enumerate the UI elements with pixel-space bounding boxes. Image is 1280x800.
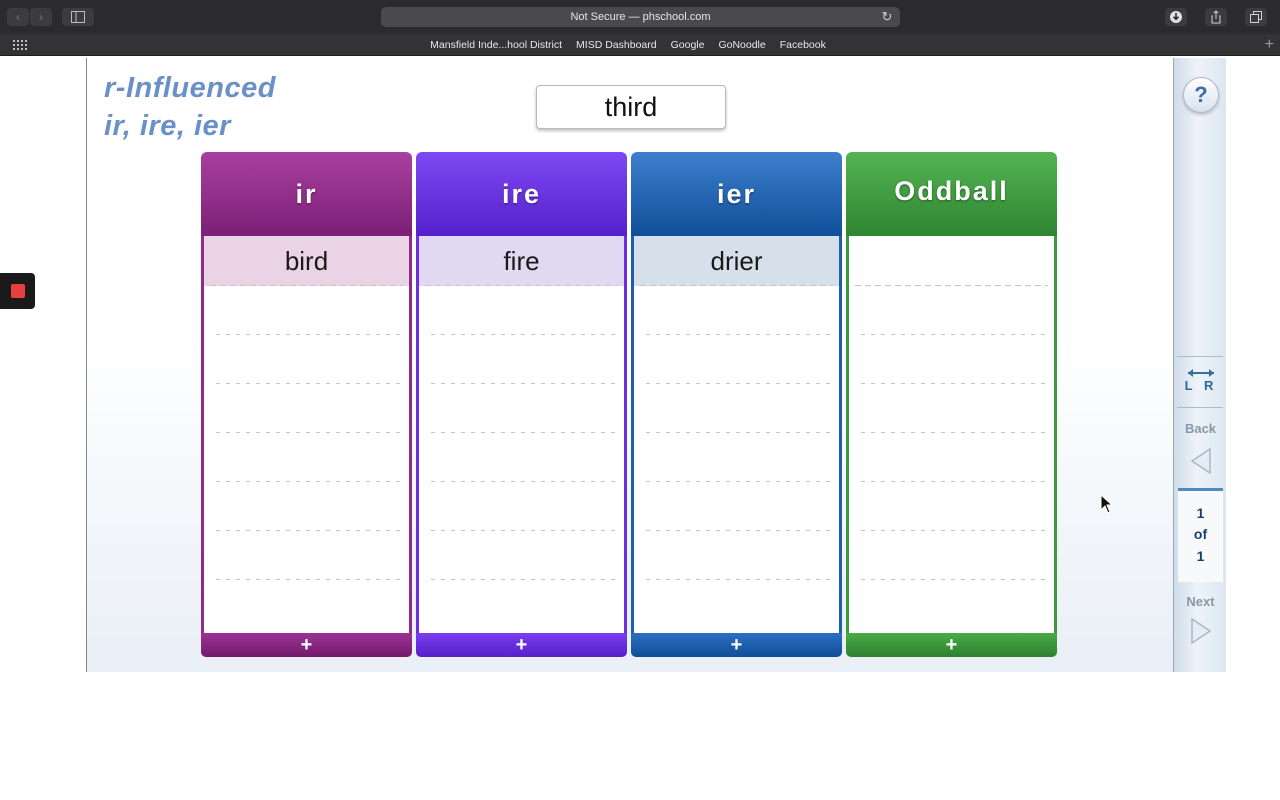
chevron-left-icon: ‹ bbox=[16, 10, 20, 24]
sort-column-oddball: Oddball + bbox=[846, 152, 1057, 658]
column-header: ir bbox=[201, 152, 412, 236]
mouse-cursor-icon bbox=[1100, 494, 1114, 514]
add-word-button[interactable]: + bbox=[846, 633, 1057, 657]
plus-icon: + bbox=[945, 634, 958, 656]
share-icon bbox=[1211, 10, 1221, 24]
question-icon: ? bbox=[1194, 82, 1208, 107]
next-arrow-icon[interactable] bbox=[1188, 617, 1214, 645]
column-header: Oddball bbox=[846, 152, 1057, 236]
sidebar-icon bbox=[71, 11, 85, 23]
page-total: 1 bbox=[1196, 548, 1205, 564]
lr-label: L R bbox=[1184, 378, 1218, 393]
forward-nav-button[interactable]: › bbox=[30, 8, 52, 26]
sort-column-ier: ier drier + bbox=[631, 152, 842, 658]
sort-column-ire: ire fire + bbox=[416, 152, 627, 658]
column-header: ier bbox=[631, 152, 842, 236]
column-drop-area[interactable]: drier bbox=[631, 236, 842, 633]
reload-icon[interactable]: ↻ bbox=[880, 10, 894, 24]
back-nav-button[interactable]: ‹ bbox=[7, 8, 29, 26]
browser-toolbar: ‹ › Not Secure — phschool.com ↻ bbox=[0, 0, 1280, 34]
control-rail: ? L R Back 1 of 1 Next bbox=[1173, 58, 1226, 672]
sort-column-ir: ir bird + bbox=[201, 152, 412, 658]
bookmark-list: Mansfield Inde...hool District MISD Dash… bbox=[0, 34, 1256, 56]
chevron-right-icon: › bbox=[39, 10, 43, 24]
column-drop-area[interactable] bbox=[846, 236, 1057, 633]
tabs-icon bbox=[1250, 11, 1262, 23]
share-button[interactable] bbox=[1205, 8, 1227, 26]
column-header: ire bbox=[416, 152, 627, 236]
next-label: Next bbox=[1186, 594, 1215, 609]
add-word-button[interactable]: + bbox=[201, 633, 412, 657]
add-word-button[interactable]: + bbox=[416, 633, 627, 657]
address-text: Not Secure — phschool.com bbox=[570, 11, 711, 23]
page-indicator: 1 of 1 bbox=[1178, 488, 1223, 582]
address-bar[interactable]: Not Secure — phschool.com ↻ bbox=[381, 7, 900, 27]
bookmark-facebook[interactable]: Facebook bbox=[780, 39, 826, 51]
word-sort-activity: r-Influenced ir, ire, ier third ir bird … bbox=[86, 58, 1226, 672]
bookmark-gonoodle[interactable]: GoNoodle bbox=[718, 39, 765, 51]
stop-record-icon bbox=[11, 284, 25, 298]
record-button[interactable] bbox=[0, 273, 35, 309]
plus-icon: + bbox=[300, 634, 313, 656]
web-page: r-Influenced ir, ire, ier third ir bird … bbox=[0, 56, 1280, 800]
bookmarks-bar: Mansfield Inde...hool District MISD Dash… bbox=[0, 34, 1280, 56]
column-drop-area[interactable]: bird bbox=[201, 236, 412, 633]
activity-subtitle: ir, ire, ier bbox=[104, 110, 231, 142]
page-of: of bbox=[1193, 526, 1208, 542]
bookmark-google[interactable]: Google bbox=[671, 39, 705, 51]
plus-icon: + bbox=[730, 634, 743, 656]
tabs-overview-button[interactable] bbox=[1245, 8, 1267, 26]
downloads-button[interactable] bbox=[1165, 8, 1187, 26]
left-right-toggle-button[interactable]: L R bbox=[1182, 364, 1220, 400]
plus-icon: + bbox=[515, 634, 528, 656]
column-word: bird bbox=[204, 236, 409, 286]
current-word-card[interactable]: third bbox=[536, 85, 726, 129]
download-icon bbox=[1170, 11, 1182, 23]
add-word-button[interactable]: + bbox=[631, 633, 842, 657]
column-drop-area[interactable]: fire bbox=[416, 236, 627, 633]
column-word: drier bbox=[634, 236, 839, 286]
bookmark-mansfield[interactable]: Mansfield Inde...hool District bbox=[430, 39, 562, 51]
page-current: 1 bbox=[1196, 505, 1205, 521]
column-word bbox=[849, 236, 1054, 286]
rail-divider bbox=[1177, 356, 1223, 357]
back-label: Back bbox=[1184, 421, 1217, 436]
back-arrow-icon[interactable] bbox=[1188, 447, 1214, 475]
activity-title: r-Influenced bbox=[104, 72, 276, 104]
rail-divider bbox=[1177, 407, 1223, 408]
column-word: fire bbox=[419, 236, 624, 286]
bookmark-misd-dashboard[interactable]: MISD Dashboard bbox=[576, 39, 657, 51]
new-tab-plus-icon[interactable]: + bbox=[1265, 36, 1274, 54]
sidebar-toggle-button[interactable] bbox=[62, 8, 94, 26]
help-button[interactable]: ? bbox=[1183, 77, 1219, 113]
